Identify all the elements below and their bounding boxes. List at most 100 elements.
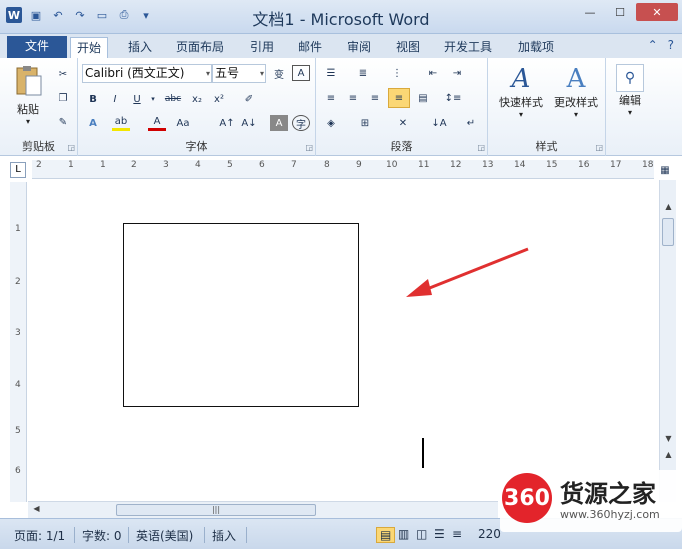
borders-icon[interactable]: ⊞ [356,115,374,131]
multilevel-list-icon[interactable]: ⋮ [388,65,406,81]
editing-button[interactable]: ⚲ 编辑 ▾ [610,64,650,117]
scroll-down-icon[interactable]: ▼ [660,434,677,448]
vertical-scrollbar[interactable]: ▲ ▼ ▲ [659,180,676,502]
ruler-tick: 1 [68,160,74,170]
show-marks-icon[interactable]: ↵ [462,115,480,131]
shading-icon[interactable]: ◈ [322,115,340,131]
web-layout-view-icon[interactable]: ◫ [416,527,427,541]
cut-icon[interactable]: ✂ [54,66,72,82]
change-styles-button[interactable]: A 更改样式 ▾ [546,64,606,119]
ruler-tick: 11 [418,160,430,170]
vertical-ruler[interactable]: 1 2 3 4 5 6 [10,182,27,502]
superscript-icon[interactable]: x² [210,91,228,107]
clear-format-icon[interactable]: ✐ [240,91,258,107]
prev-page-icon[interactable]: ▲ [660,450,677,464]
help-icon[interactable]: ? [668,38,674,52]
scroll-up-icon[interactable]: ▲ [660,202,677,216]
word-count[interactable]: 字数: 0 [82,527,122,544]
numbering-icon[interactable]: ≣ [354,65,372,81]
rectangle-shape[interactable] [123,223,359,407]
char-shading-icon[interactable]: A [270,115,288,131]
align-center-icon[interactable]: ≡ [344,90,362,106]
highlight-icon[interactable]: ab [112,115,130,131]
font-size-combo[interactable]: 五号 ▾ [212,64,266,83]
window-controls: — ☐ ✕ [576,3,678,21]
horizontal-scrollbar[interactable]: ◀ ||| [28,501,498,518]
clipboard-launcher-icon[interactable]: ◲ [67,143,75,152]
tab-home[interactable]: 开始 [70,37,109,58]
grow-font-icon[interactable]: A↑ [218,115,236,131]
horizontal-scroll-thumb[interactable]: ||| [116,504,316,516]
font-launcher-icon[interactable]: ◲ [305,143,313,152]
tab-developer[interactable]: 开发工具 [438,37,498,58]
increase-indent-icon[interactable]: ⇥ [448,65,466,81]
format-painter-icon[interactable]: ✎ [54,114,72,130]
view-ruler-icon[interactable]: ▦ [656,162,674,178]
red-arrow [406,247,529,297]
ruler-tick: 16 [578,160,590,170]
change-styles-dropdown-icon[interactable]: ▾ [546,110,606,119]
tab-selector-icon[interactable]: L [10,162,26,178]
decrease-indent-icon[interactable]: ⇤ [424,65,442,81]
align-right-icon[interactable]: ≡ [366,90,384,106]
bold-icon[interactable]: B [84,91,102,107]
italic-icon[interactable]: I [106,91,124,107]
subscript-icon[interactable]: x₂ [188,91,206,107]
quick-styles-dropdown-icon[interactable]: ▾ [492,110,550,119]
outline-view-icon[interactable]: ☰ [434,527,445,541]
chinese-layout-icon[interactable]: ✕ [394,115,412,131]
font-name-combo[interactable]: Calibri (西文正文) ▾ [82,64,212,83]
tab-page-layout[interactable]: 页面布局 [170,37,230,58]
sort-icon[interactable]: ↓A [430,115,448,131]
language[interactable]: 英语(美国) [136,527,193,544]
phonetic-guide-icon[interactable]: 变 [270,65,288,81]
vertical-scroll-thumb[interactable] [662,218,674,246]
clipboard-group-label: 剪贴板 [22,140,55,153]
tab-review[interactable]: 审阅 [341,37,377,58]
tab-view[interactable]: 视图 [390,37,426,58]
font-name-dropdown-icon[interactable]: ▾ [206,65,210,82]
tab-insert[interactable]: 插入 [122,37,158,58]
copy-icon[interactable]: ❐ [54,90,72,106]
tab-addins[interactable]: 加载项 [512,37,560,58]
paste-button[interactable]: 粘贴 ▾ [6,64,50,126]
enclose-char-icon[interactable]: 字 [292,115,310,131]
print-layout-view-icon[interactable]: ▤ [376,527,396,543]
maximize-button[interactable]: ☐ [606,3,634,21]
line-spacing-icon[interactable]: ↕≡ [444,90,462,106]
insert-mode[interactable]: 插入 [212,527,236,544]
change-case-icon[interactable]: Aa [174,115,192,131]
ruler-tick: 18 [642,160,654,170]
minimize-button[interactable]: — [576,3,604,21]
tab-file[interactable]: 文件 [7,36,67,58]
fullscreen-view-icon[interactable]: ▥ [398,527,409,541]
page-count[interactable]: 页面: 1/1 [14,527,65,544]
zoom-level[interactable]: 220 [478,527,501,541]
underline-dropdown-icon[interactable]: ▾ [144,91,162,107]
styles-launcher-icon[interactable]: ◲ [595,143,603,152]
font-size-value: 五号 [215,66,240,80]
draft-view-icon[interactable]: ≡ [452,527,462,541]
paragraph-launcher-icon[interactable]: ◲ [477,143,485,152]
shrink-font-icon[interactable]: A↓ [240,115,258,131]
quick-styles-button[interactable]: A 快速样式 ▾ [492,64,550,119]
scroll-left-icon[interactable]: ◀ [28,504,45,518]
status-divider [128,527,129,543]
strikethrough-icon[interactable]: abc [164,91,182,107]
char-border-icon[interactable]: A [292,65,310,81]
tab-mailings[interactable]: 邮件 [292,37,328,58]
paste-dropdown-icon[interactable]: ▾ [6,117,50,126]
align-left-icon[interactable]: ≡ [322,90,340,106]
ruler-tick: 1 [100,160,106,170]
editing-dropdown-icon[interactable]: ▾ [610,108,650,117]
text-effects-icon[interactable]: A [84,115,102,131]
bullets-icon[interactable]: ☰ [322,65,340,81]
distributed-icon[interactable]: ▤ [414,90,432,106]
justify-icon[interactable]: ≡ [388,88,410,108]
font-color-icon[interactable]: A [148,115,166,131]
tab-references[interactable]: 引用 [244,37,280,58]
font-size-dropdown-icon[interactable]: ▾ [260,65,264,82]
ribbon-minimize-icon[interactable]: ⌃ [648,38,658,52]
horizontal-ruler[interactable]: 2 1 1 2 3 4 5 6 7 8 9 10 11 12 13 14 15 … [32,160,654,179]
close-button[interactable]: ✕ [636,3,678,21]
